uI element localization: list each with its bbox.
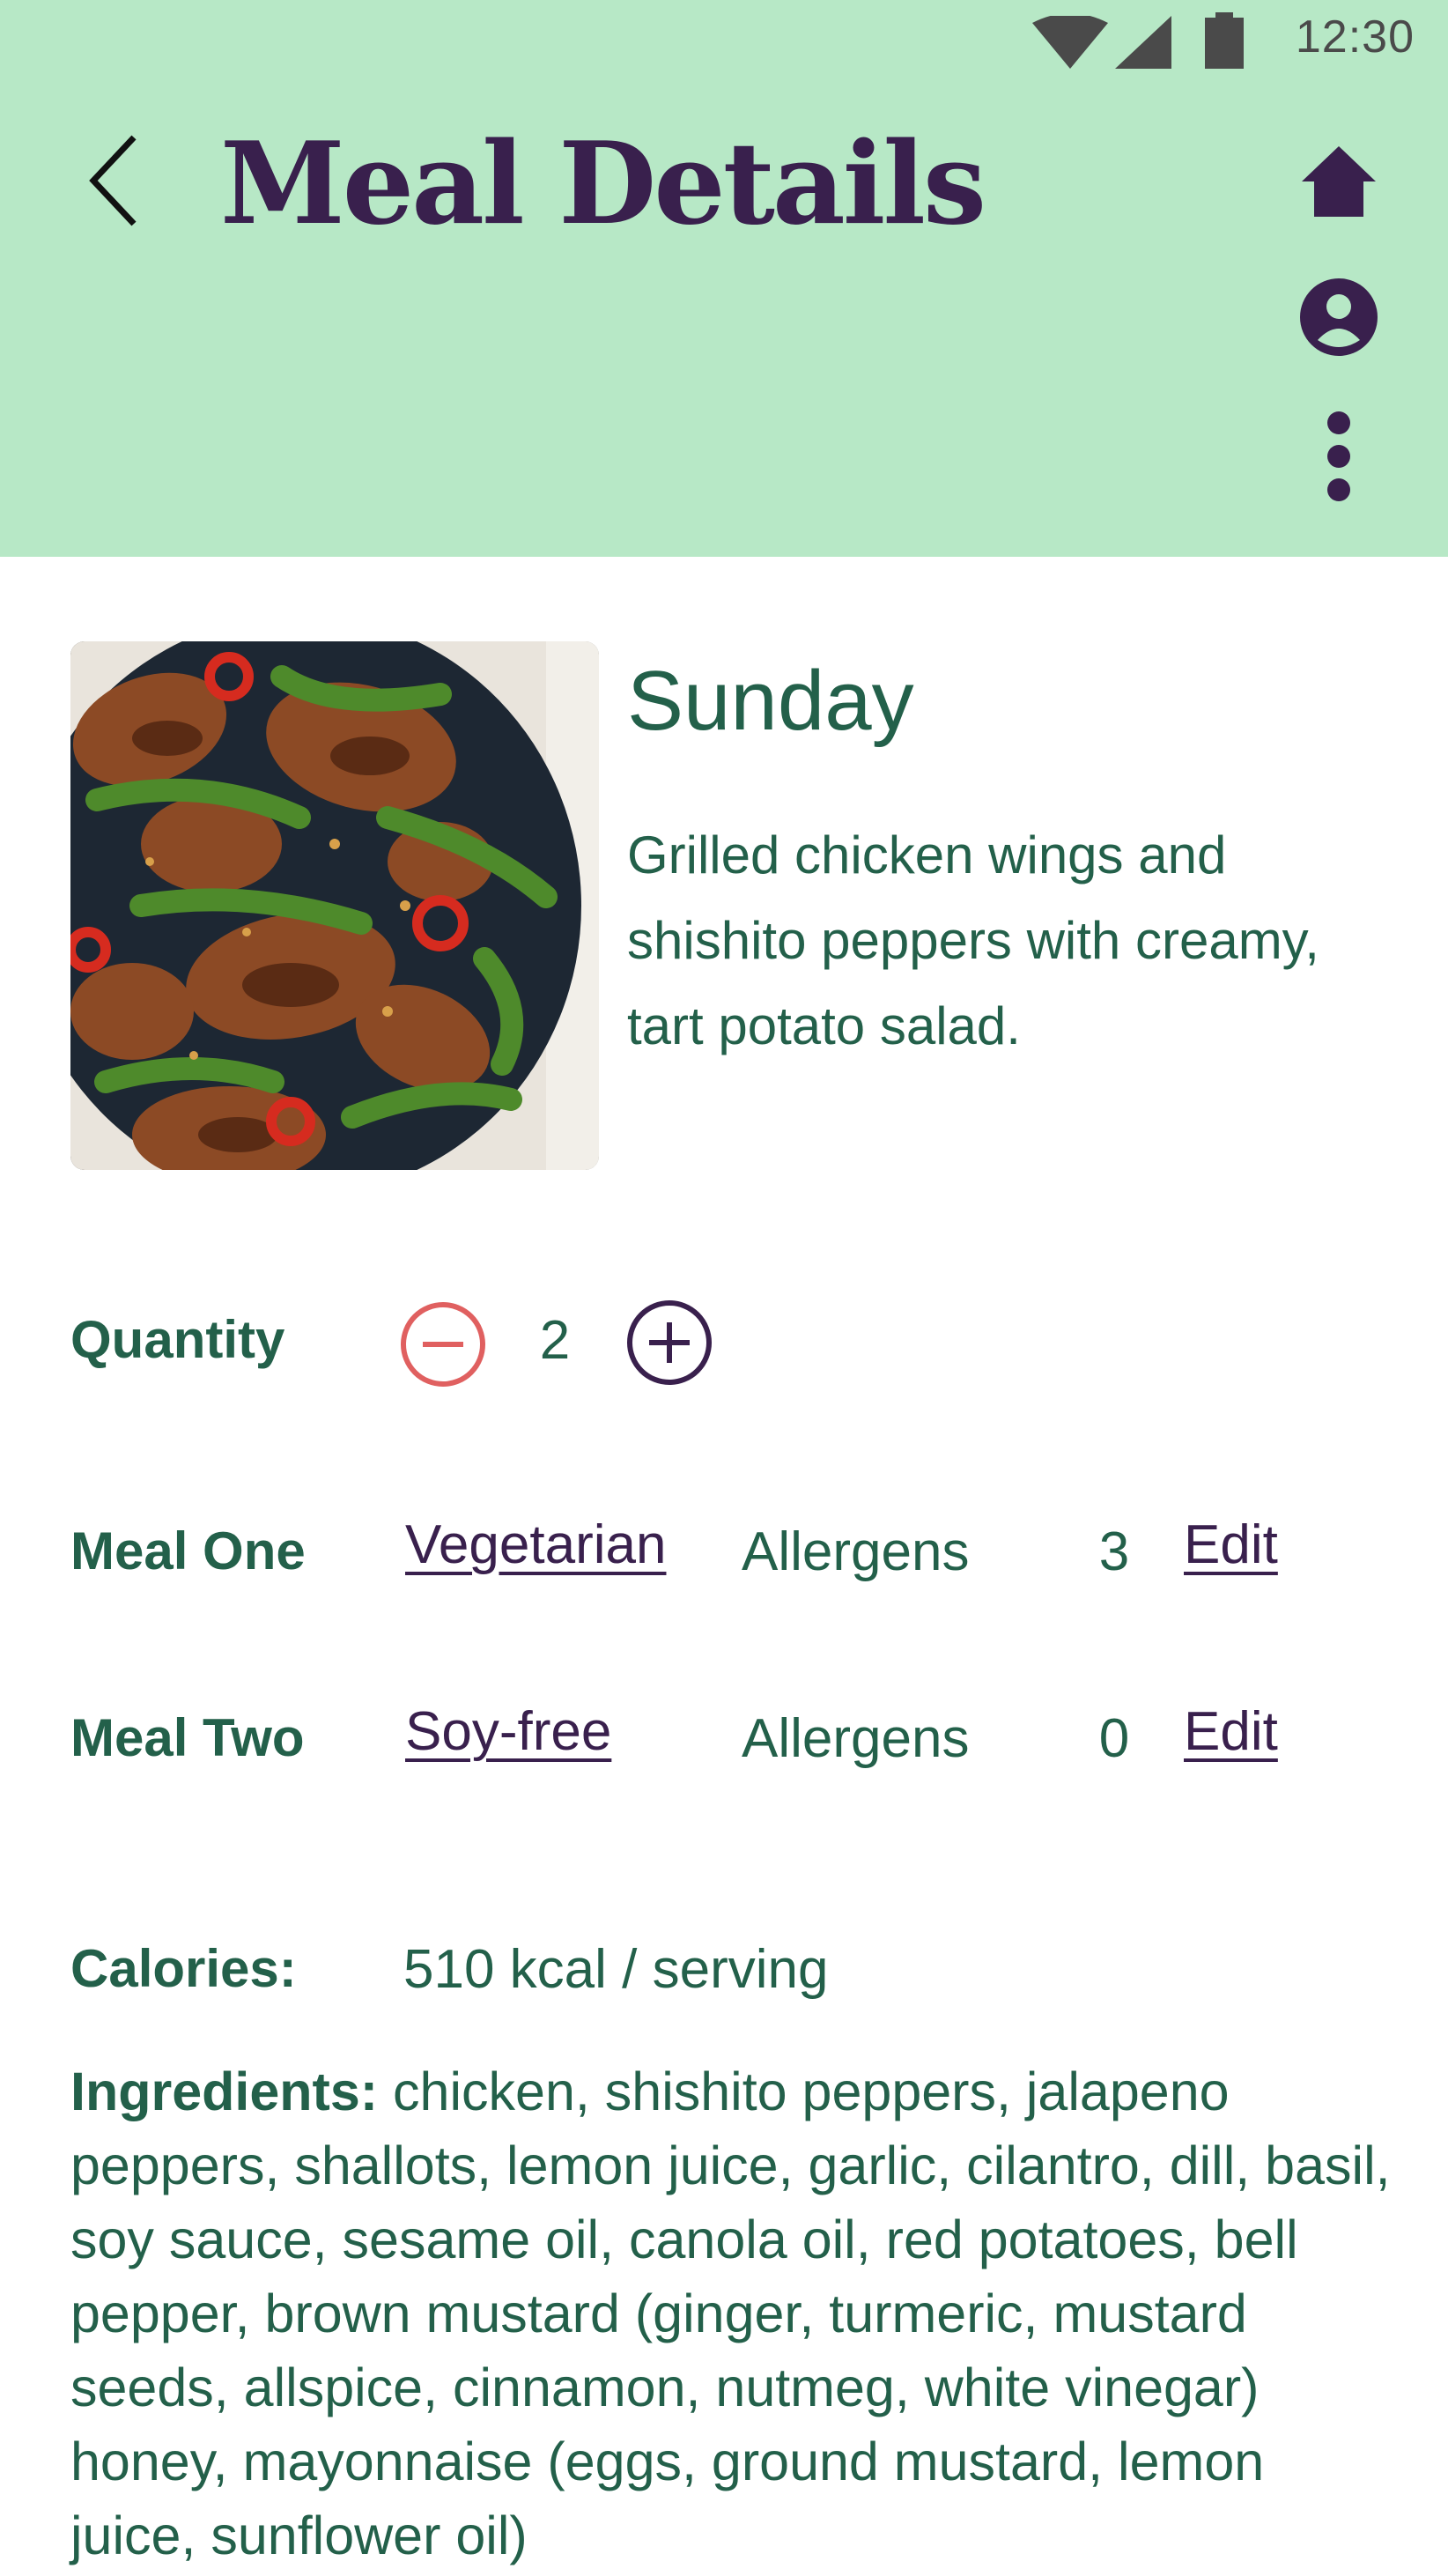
calories-label: Calories: [70, 1939, 297, 1998]
ingredients-text: Ingredients: chicken, shishito peppers, … [70, 2054, 1392, 2572]
more-options-button[interactable] [1295, 407, 1383, 501]
ingredients-list: chicken, shishito peppers, jalapeno pepp… [70, 2062, 1391, 2565]
quantity-label: Quantity [70, 1310, 285, 1369]
battery-icon [1205, 12, 1244, 69]
meal-one-edit-link[interactable]: Edit [1184, 1514, 1278, 1576]
meal-two-edit-link[interactable]: Edit [1184, 1700, 1278, 1763]
meal-image [70, 641, 599, 1170]
app-bar: 12:30 Meal Details [0, 0, 1448, 557]
ingredients-label: Ingredients: [70, 2062, 379, 2121]
account-button[interactable] [1295, 273, 1383, 361]
meal-one-label: Meal One [70, 1521, 306, 1580]
home-button[interactable] [1295, 141, 1383, 229]
status-time: 12:30 [1295, 11, 1415, 63]
quantity-value: 2 [539, 1310, 571, 1371]
meal-two-diet-link[interactable]: Soy-free [405, 1700, 611, 1763]
meal-two-allergens-label: Allergens [742, 1708, 970, 1769]
meal-day-title: Sunday [627, 654, 914, 748]
chevron-left-icon [89, 135, 137, 226]
more-vertical-icon [1327, 411, 1350, 501]
calories-value: 510 kcal / serving [403, 1939, 829, 2000]
meal-one-allergens-count: 3 [1098, 1521, 1130, 1582]
decrement-button[interactable] [399, 1300, 487, 1388]
meal-one-allergens-label: Allergens [742, 1521, 970, 1582]
status-bar: 12:30 [0, 0, 1448, 81]
back-button[interactable] [85, 132, 146, 229]
increment-button[interactable] [625, 1299, 713, 1387]
wifi-icon [1032, 16, 1108, 69]
minus-circle-icon [401, 1302, 485, 1387]
signal-icon [1115, 16, 1171, 69]
home-icon [1302, 146, 1376, 217]
meal-two-label: Meal Two [70, 1708, 305, 1767]
meal-two-allergens-count: 0 [1098, 1708, 1130, 1769]
meal-one-diet-link[interactable]: Vegetarian [405, 1514, 666, 1576]
plus-circle-icon [627, 1300, 712, 1385]
page-title: Meal Details [220, 118, 986, 250]
account-circle-icon [1300, 278, 1378, 356]
meal-description: Grilled chicken wings and shishito peppe… [627, 825, 1319, 1055]
